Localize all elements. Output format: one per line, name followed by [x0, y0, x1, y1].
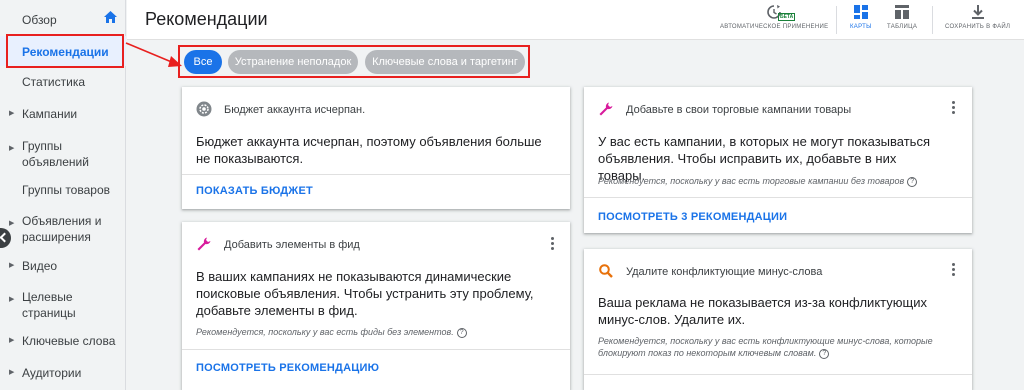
card-note-text: Рекомендуется, поскольку у вас есть торг… — [598, 176, 905, 186]
sidebar-item-ads-extensions[interactable]: ▶ Объявления и расширения — [0, 213, 126, 245]
sidebar-item-label: Целевые страницы — [22, 290, 76, 320]
download-icon — [971, 5, 984, 19]
recommendation-card-negative-keywords: Удалите конфликтующие минус-слова Ваша р… — [584, 249, 972, 390]
sidebar-item-landing-pages[interactable]: ▶ Целевые страницы — [0, 289, 126, 321]
recommendation-card-budget: Бюджет аккаунта исчерпан. Бюджет аккаунт… — [182, 87, 570, 209]
card-note-text: Рекомендуется, поскольку у вас есть конф… — [598, 336, 933, 358]
caret-right-icon: ▶ — [9, 110, 15, 117]
caret-right-icon: ▶ — [9, 337, 15, 344]
sidebar-item-label: Видео — [22, 259, 58, 273]
more-options-icon[interactable] — [551, 237, 555, 251]
sidebar-item-video[interactable]: ▶ Видео — [0, 258, 126, 276]
filter-chip-all[interactable]: Все — [184, 50, 222, 74]
sidebar-item-label: Группы объявлений — [22, 139, 89, 169]
divider — [584, 374, 972, 375]
help-icon[interactable]: ? — [907, 176, 918, 187]
sidebar: Обзор Рекомендации Статистика ▶ Кампании… — [0, 0, 126, 390]
highlight-box — [6, 34, 124, 68]
show-budget-link[interactable]: ПОКАЗАТЬ БЮДЖЕТ — [196, 185, 313, 197]
table-view-label: ТАБЛИЦА — [887, 24, 918, 30]
card-title: Добавить элементы в фид — [224, 239, 360, 251]
save-to-file-label: СОХРАНИТЬ В ФАЙЛ — [945, 24, 1011, 30]
gear-icon — [196, 101, 212, 117]
wrench-icon — [599, 102, 613, 116]
card-note: Рекомендуется, поскольку у вас есть фиды… — [196, 326, 467, 338]
sidebar-item-audiences[interactable]: ▶ Аудитории — [0, 365, 126, 383]
view-recommendation-link[interactable]: ПОСМОТРЕТЬ РЕКОМЕНДАЦИЮ — [196, 362, 379, 374]
sidebar-item-product-groups[interactable]: Группы товаров — [0, 182, 126, 200]
card-body: Бюджет аккаунта исчерпан, поэтому объявл… — [196, 134, 542, 166]
beta-badge: БЕТА — [778, 13, 796, 21]
sidebar-item-label: Статистика — [22, 75, 86, 89]
page-title: Рекомендации — [145, 9, 268, 29]
recommendation-card-products: Добавьте в свои торговые кампании товары… — [584, 87, 972, 233]
card-body: Ваша реклама не показывается из-за конфл… — [598, 295, 927, 327]
cards-icon — [853, 5, 868, 19]
auto-apply-button[interactable]: АВТОМАТИЧЕСКОЕ ПРИМЕНЕНИЕ — [720, 4, 828, 30]
auto-apply-label: АВТОМАТИЧЕСКОЕ ПРИМЕНЕНИЕ — [720, 24, 829, 30]
filter-chip-keywords-targeting[interactable]: Ключевые слова и таргетинг — [365, 50, 525, 74]
recommendation-card-feed: Добавить элементы в фид В ваших кампания… — [182, 222, 570, 390]
sidebar-item-keywords[interactable]: ▶ Ключевые слова — [0, 333, 126, 351]
save-to-file-button[interactable]: СОХРАНИТЬ В ФАЙЛ — [945, 4, 1010, 30]
card-title: Удалите конфликтующие минус-слова — [626, 266, 823, 278]
sidebar-item-label: Кампании — [22, 107, 78, 121]
card-note-text: Рекомендуется, поскольку у вас есть фиды… — [196, 327, 454, 337]
sidebar-item-label: Объявления и расширения — [22, 214, 102, 244]
caret-right-icon: ▶ — [9, 145, 15, 152]
sidebar-item-campaigns[interactable]: ▶ Кампании — [0, 106, 126, 124]
sidebar-item-label: Обзор — [22, 13, 57, 27]
divider — [584, 197, 972, 198]
home-icon[interactable] — [104, 11, 117, 23]
page-header: Рекомендации АВТОМАТИЧЕСКОЕ ПРИМЕНЕНИЕ Б… — [127, 0, 1024, 40]
card-title: Бюджет аккаунта исчерпан. — [224, 104, 366, 116]
help-icon[interactable]: ? — [456, 327, 467, 338]
card-title: Добавьте в свои торговые кампании товары — [626, 104, 852, 116]
sidebar-item-statistics[interactable]: Статистика — [0, 74, 126, 92]
sidebar-item-label: Аудитории — [22, 366, 82, 380]
more-options-icon[interactable] — [952, 263, 956, 277]
card-note: Рекомендуется, поскольку у вас есть конф… — [598, 335, 958, 359]
help-icon[interactable]: ? — [819, 348, 830, 359]
wrench-icon — [197, 237, 211, 251]
search-icon — [599, 264, 613, 278]
divider — [932, 6, 933, 34]
sidebar-item-ad-groups[interactable]: ▶ Группы объявлений — [0, 138, 126, 170]
more-options-icon[interactable] — [952, 101, 956, 115]
table-view-button[interactable]: ТАБЛИЦА — [887, 4, 917, 30]
sidebar-item-label: Группы товаров — [22, 183, 110, 197]
sidebar-item-label: Ключевые слова — [22, 334, 116, 348]
caret-right-icon: ▶ — [9, 262, 15, 269]
divider — [182, 349, 570, 350]
view-3-recommendations-link[interactable]: ПОСМОТРЕТЬ 3 РЕКОМЕНДАЦИИ — [598, 211, 787, 223]
card-note: Рекомендуется, поскольку у вас есть торг… — [598, 175, 918, 187]
card-body: В ваших кампаниях не показываются динами… — [196, 269, 534, 318]
divider — [182, 174, 570, 175]
filter-chip-troubleshooting[interactable]: Устранение неполадок — [228, 50, 358, 74]
caret-right-icon: ▶ — [9, 369, 15, 376]
caret-right-icon: ▶ — [9, 296, 15, 303]
table-icon — [895, 5, 910, 19]
cards-view-label: КАРТЫ — [850, 24, 872, 30]
caret-right-icon: ▶ — [9, 220, 15, 227]
annotation-arrow — [125, 42, 182, 67]
divider — [836, 6, 837, 34]
cards-view-button[interactable]: КАРТЫ — [850, 4, 872, 30]
